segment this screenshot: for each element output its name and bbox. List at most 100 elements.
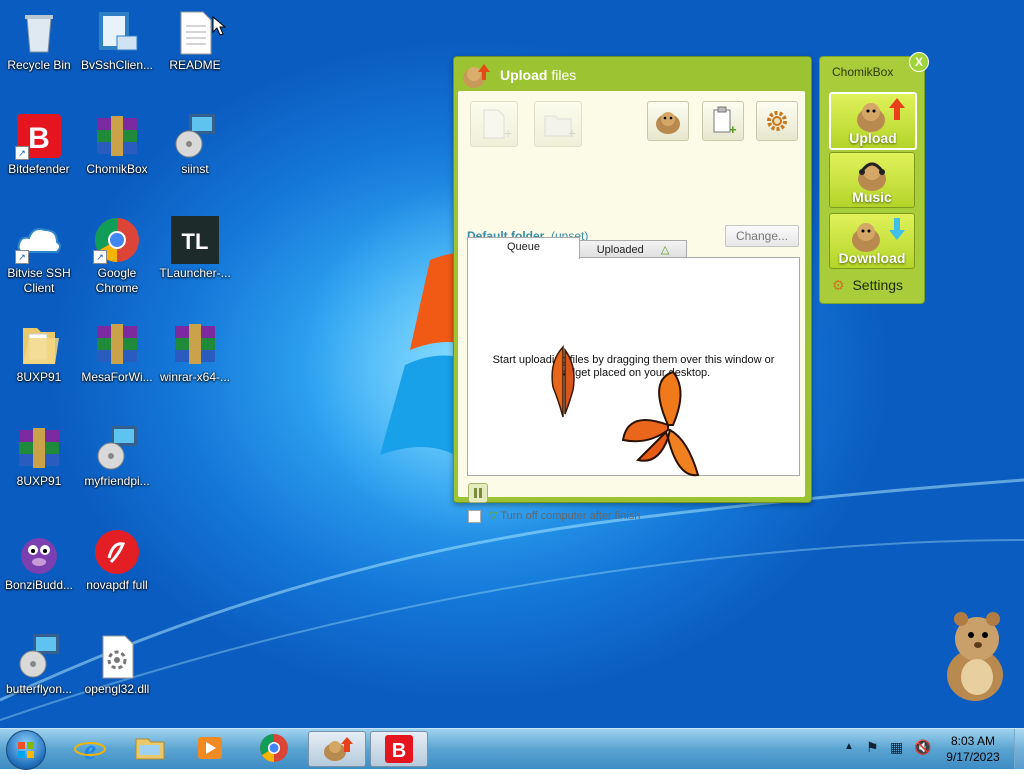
show-desktop-button[interactable] bbox=[1014, 729, 1024, 769]
desktop-icon-label: README bbox=[169, 58, 221, 72]
desktop-icon-label: Bitdefender bbox=[8, 162, 70, 176]
explorer-icon bbox=[135, 738, 165, 760]
desktop-icon-label: 8UXP91 bbox=[16, 474, 62, 488]
pause-button[interactable] bbox=[468, 483, 488, 503]
desktop-icon-mesaforwin[interactable]: MesaForWi... bbox=[78, 320, 156, 385]
add-file-button[interactable]: + bbox=[470, 101, 518, 147]
taskbar-clock[interactable]: 8:03 AM 9/17/2023 bbox=[930, 733, 1016, 765]
winrar-icon bbox=[171, 320, 219, 368]
desktop-icon-label: BonziBudd... bbox=[4, 578, 74, 592]
volume-muted-icon[interactable]: 🔇 bbox=[914, 739, 931, 756]
gear-icon: ⚙ bbox=[832, 277, 845, 293]
taskbar-media-player-button[interactable] bbox=[182, 731, 238, 765]
desktop-icon-butterflyon[interactable]: butterflyon... bbox=[0, 632, 78, 697]
clock-date: 9/17/2023 bbox=[946, 750, 1000, 764]
pause-icon bbox=[474, 488, 482, 498]
desktop-icon-label: opengl32.dll bbox=[84, 682, 150, 696]
chomik-hamster-icon bbox=[656, 112, 680, 134]
windows-logo-icon bbox=[18, 742, 34, 758]
desktop-icon-novapdf[interactable]: novapdf full bbox=[78, 528, 156, 593]
hamster-download-icon bbox=[852, 218, 905, 252]
upload-queue-list[interactable]: Start uploading files by dragging them o… bbox=[467, 257, 800, 477]
triangle-up-icon: △ bbox=[660, 244, 670, 256]
gadget-music-button[interactable]: Music bbox=[829, 152, 915, 208]
desktop-icon-label: winrar-x64-... bbox=[159, 370, 230, 384]
chomik-account-button[interactable] bbox=[647, 101, 689, 141]
start-button[interactable] bbox=[6, 730, 46, 770]
shortcut-arrow-icon: ↗ bbox=[15, 146, 29, 160]
desktop-icon-opengl32-dll[interactable]: opengl32.dll bbox=[78, 632, 156, 697]
desktop-icon-myfriendpi[interactable]: myfriendpi... bbox=[78, 424, 156, 489]
close-button[interactable]: X bbox=[909, 52, 929, 72]
chomik-hamster-gadget-icon[interactable] bbox=[935, 605, 1015, 705]
chomikbox-gadget[interactable]: ChomikBox X Upload Music Download ⚙ Sett… bbox=[819, 52, 929, 304]
winrar-icon bbox=[93, 320, 141, 368]
network-icon[interactable]: ▦ bbox=[890, 739, 903, 756]
add-file-icon: + bbox=[483, 109, 512, 141]
show-hidden-icons-button[interactable]: ▲ bbox=[844, 741, 854, 752]
upload-files-window[interactable]: Upload files + + + Default folder (unset… bbox=[453, 56, 812, 523]
gadget-music-label: Music bbox=[852, 189, 892, 205]
shortcut-arrow-icon: ↗ bbox=[15, 250, 29, 264]
bitdefender-icon: B ↗ bbox=[15, 112, 63, 160]
window-title: Upload files bbox=[500, 67, 577, 83]
settings-button[interactable] bbox=[756, 101, 798, 141]
folder-icon bbox=[15, 320, 63, 368]
chomik-upload-logo-icon bbox=[463, 64, 490, 88]
desktop-icon-label: Bitvise SSH Client bbox=[7, 266, 71, 295]
gadget-download-button[interactable]: Download bbox=[829, 213, 915, 269]
desktop-icon-8uxp91-archive[interactable]: 8UXP91 bbox=[0, 424, 78, 489]
hamster-upload-icon bbox=[857, 98, 905, 132]
gadget-download-label: Download bbox=[838, 250, 906, 266]
upload-panel: + + + Default folder (unset) Change... Q… bbox=[458, 91, 805, 523]
taskbar-ie-button[interactable]: e bbox=[62, 731, 118, 766]
taskbar-explorer-button[interactable] bbox=[122, 731, 178, 765]
desktop-icon-label: TLauncher-... bbox=[159, 266, 231, 280]
gadget-settings-link[interactable]: ⚙ Settings bbox=[832, 277, 903, 294]
gadget-settings-label: Settings bbox=[852, 277, 904, 293]
turn-off-label: ▽ Turn off computer after finish bbox=[489, 510, 641, 522]
chrome-icon bbox=[260, 734, 288, 762]
desktop-icon-8uxp91-folder[interactable]: 8UXP91 bbox=[0, 320, 78, 385]
svg-text:TL: TL bbox=[182, 229, 209, 254]
taskbar-bitdefender-button[interactable]: B bbox=[370, 731, 428, 767]
svg-text:B: B bbox=[28, 122, 50, 155]
taskbar-chrome-button[interactable] bbox=[246, 731, 302, 765]
setup-icon bbox=[171, 112, 219, 160]
desktop-icon-bitvise-ssh-client[interactable]: ↗ Bitvise SSH Client bbox=[0, 216, 78, 296]
ie-icon: e bbox=[74, 735, 106, 766]
novapdf-icon bbox=[93, 528, 141, 576]
taskbar-chomikbox-button[interactable] bbox=[308, 731, 366, 767]
dll-file-icon bbox=[93, 632, 141, 680]
desktop-icon-google-chrome[interactable]: ↗ Google Chrome bbox=[78, 216, 156, 296]
desktop-icon-bonzibuddy[interactable]: BonziBudd... bbox=[0, 528, 78, 593]
tab-uploaded-label: Uploaded bbox=[596, 244, 644, 256]
desktop-icon-bvsshclient[interactable]: BvSshClien... bbox=[78, 8, 156, 73]
desktop-icon-label: MesaForWi... bbox=[81, 370, 153, 384]
tab-queue[interactable]: Queue bbox=[467, 237, 580, 259]
svg-text:e: e bbox=[84, 735, 96, 765]
desktop-icon-label: Recycle Bin bbox=[7, 58, 71, 72]
desktop-icon-recycle-bin[interactable]: Recycle Bin bbox=[0, 8, 78, 73]
add-folder-icon: + bbox=[544, 115, 576, 141]
clipboard-add-button[interactable]: + bbox=[702, 101, 744, 141]
turn-off-checkbox[interactable] bbox=[468, 510, 481, 523]
winrar-icon bbox=[93, 112, 141, 160]
add-folder-button[interactable]: + bbox=[534, 101, 582, 147]
mouse-cursor-icon bbox=[212, 16, 226, 36]
desktop-icon-label: myfriendpi... bbox=[84, 474, 150, 488]
desktop-icon-chomikbox[interactable]: ChomikBox bbox=[78, 112, 156, 177]
svg-text:B: B bbox=[392, 740, 406, 762]
desktop-icon-winrar-x64[interactable]: winrar-x64-... bbox=[156, 320, 234, 385]
shortcut-arrow-icon: ↗ bbox=[93, 250, 107, 264]
action-center-flag-icon[interactable]: ⚑ bbox=[866, 739, 879, 756]
desktop-icon-bitdefender[interactable]: B ↗ Bitdefender bbox=[0, 112, 78, 177]
desktop-icon-siinst[interactable]: siinst bbox=[156, 112, 234, 177]
gadget-upload-button[interactable]: Upload bbox=[829, 92, 917, 150]
butterfly-small-icon bbox=[551, 345, 575, 418]
gear-icon bbox=[767, 111, 787, 131]
desktop-icon-tlauncher[interactable]: TL TLauncher-... bbox=[156, 216, 234, 281]
chomikbox-icon bbox=[324, 737, 353, 761]
tlauncher-icon: TL bbox=[171, 216, 219, 264]
change-folder-button[interactable]: Change... bbox=[725, 225, 799, 247]
